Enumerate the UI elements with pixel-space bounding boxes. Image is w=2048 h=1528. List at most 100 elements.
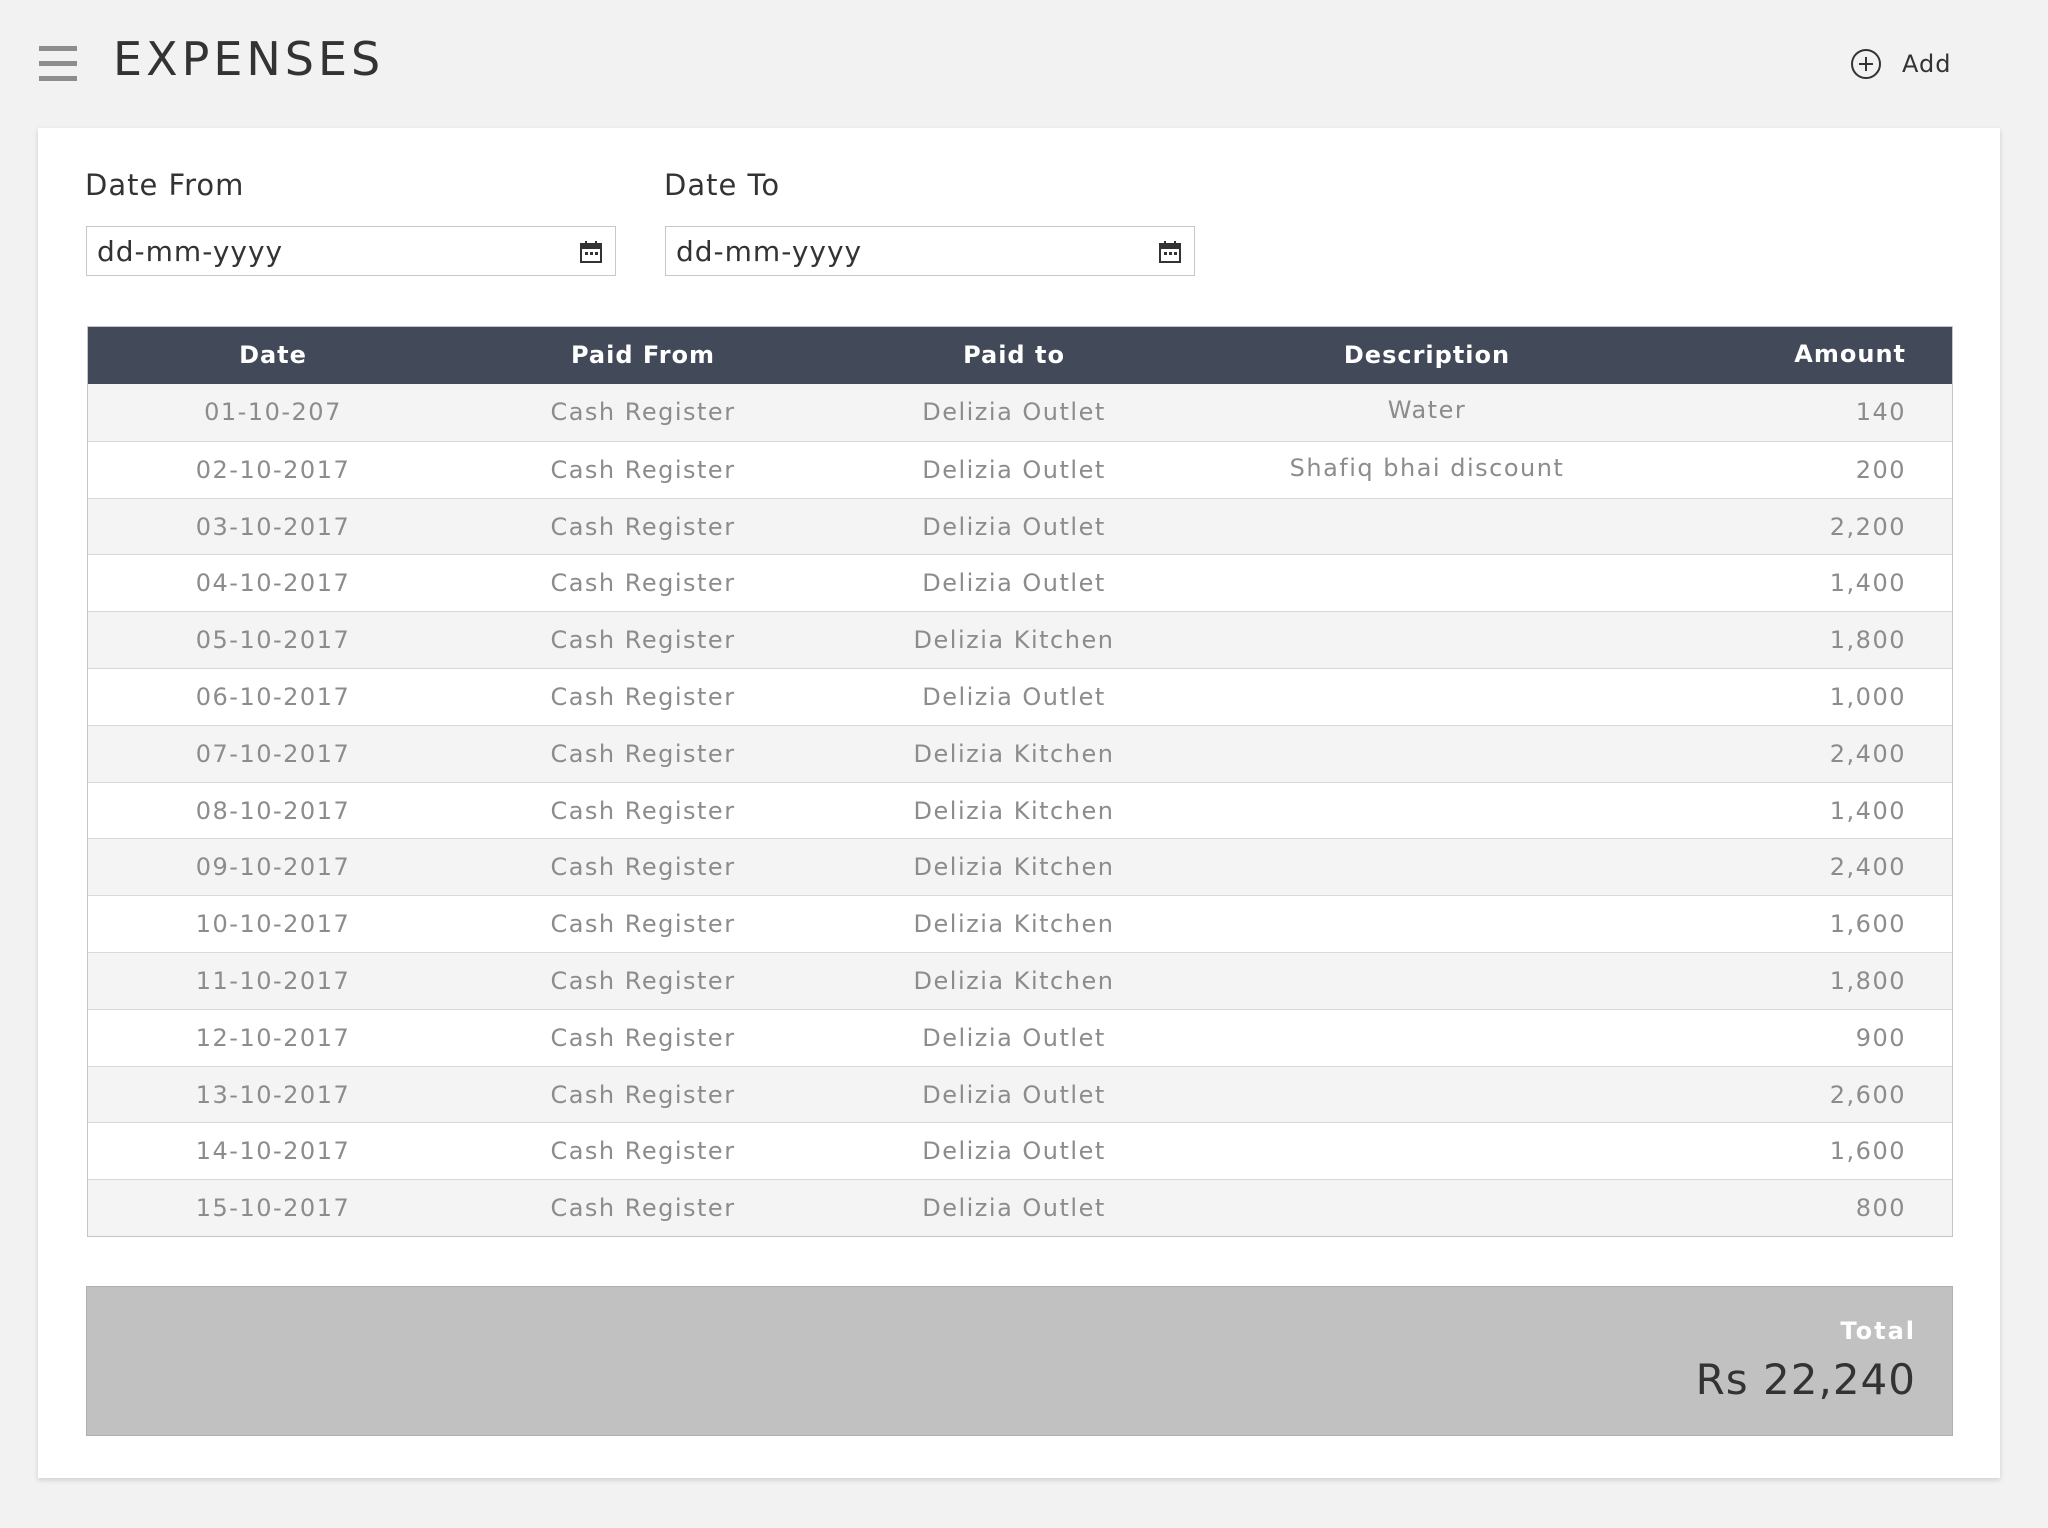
calendar-icon[interactable] [1158,240,1182,264]
total-summary: Total Rs 22,240 [86,1286,1953,1436]
page-title: EXPENSES [113,32,385,86]
cell-paid-to: Delizia Outlet [922,1137,1106,1166]
cell-date: 01-10-207 [204,398,342,426]
cell-description [1200,953,1654,1009]
cell-date: 09-10-2017 [195,853,351,882]
plus-circle-icon [1851,49,1881,79]
cell-amount: 1,600 [1829,1137,1906,1166]
cell-paid-to: Delizia Kitchen [913,910,1115,939]
cell-description [1200,1123,1654,1179]
column-header-amount[interactable]: Amount [1654,327,1952,384]
cell-amount: 2,400 [1829,853,1906,882]
cell-description [1200,1067,1654,1123]
cell-paid-from: Cash Register [550,853,736,882]
cell-date: 11-10-2017 [195,966,351,995]
cell-amount: 2,600 [1829,1080,1906,1109]
table-row[interactable]: 09-10-2017 Cash Register Delizia Kitchen 2,… [88,838,1952,896]
column-header-date[interactable]: Date [88,327,458,384]
date-from-value: dd-mm-yyyy [97,235,284,268]
cell-paid-to: Delizia Kitchen [913,739,1115,768]
cell-paid-to: Delizia Outlet [922,455,1106,484]
table-row[interactable]: 10-10-2017 Cash Register Delizia Kitchen 1,… [88,895,1952,952]
cell-amount: 1,600 [1829,910,1906,939]
cell-description: Shafiq bhai discount [1289,453,1565,482]
cell-paid-to: Delizia Outlet [922,1194,1106,1223]
cell-paid-to: Delizia Outlet [922,682,1106,711]
cell-paid-from: Cash Register [550,569,736,598]
table-row[interactable]: 05-10-2017 Cash Register Delizia Kitchen 1,… [88,611,1952,668]
cell-date: 15-10-2017 [195,1194,351,1223]
cell-paid-from: Cash Register [550,398,736,426]
cell-date: 14-10-2017 [195,1137,351,1166]
table-row[interactable]: 06-10-2017 Cash Register Delizia Outlet 1,0… [88,667,1952,725]
cell-date: 10-10-2017 [195,910,351,939]
date-to-input[interactable]: dd-mm-yyyy [665,226,1195,276]
table-body: 01-10-207 Cash Register Delizia Outlet Wate… [88,384,1952,1236]
cell-amount: 1,400 [1829,569,1906,598]
cell-paid-to: Delizia Outlet [922,1023,1106,1052]
column-header-paid-from[interactable]: Paid From [458,327,828,384]
cell-date: 12-10-2017 [195,1023,351,1052]
cell-date: 02-10-2017 [195,455,351,484]
table-row[interactable]: 03-10-2017 Cash Register Delizia Outlet 2,2… [88,497,1952,555]
cell-amount: 1,800 [1829,966,1906,995]
cell-paid-to: Delizia Kitchen [913,796,1115,825]
cell-paid-to: Delizia Kitchen [913,626,1115,655]
cell-paid-from: Cash Register [550,1137,736,1166]
column-header-description[interactable]: Description [1200,327,1654,384]
date-to-label: Date To [664,168,781,202]
date-from-input[interactable]: dd-mm-yyyy [86,226,616,276]
cell-amount: 1,800 [1829,626,1906,655]
cell-description [1200,499,1654,555]
table-row[interactable]: 04-10-2017 Cash Register Delizia Outlet 1,4… [88,554,1952,612]
cell-date: 05-10-2017 [195,626,351,655]
cell-date: 03-10-2017 [195,512,351,541]
add-button-label: Add [1902,50,1952,78]
cell-description [1200,726,1654,782]
table-header: Date Paid From Paid to Description Amoun… [88,327,1952,384]
cell-amount: 2,400 [1829,739,1906,768]
table-row[interactable]: 14-10-2017 Cash Register Delizia Outlet 1,6… [88,1122,1952,1180]
table-row[interactable]: 11-10-2017 Cash Register Delizia Kitchen 1,… [88,951,1952,1009]
table-row[interactable]: 01-10-207 Cash Register Delizia Outlet Wate… [88,384,1952,441]
cell-description [1200,896,1654,952]
cell-date: 06-10-2017 [195,682,351,711]
cell-description [1200,669,1654,725]
cell-paid-from: Cash Register [550,1023,736,1052]
table-row[interactable]: 13-10-2017 Cash Register Delizia Outlet 2,6… [88,1065,1952,1123]
expenses-table: Date Paid From Paid to Description Amoun… [87,326,1953,1237]
cell-paid-to: Delizia Outlet [922,512,1106,541]
cell-paid-to: Delizia Kitchen [913,966,1115,995]
cell-paid-from: Cash Register [550,910,736,939]
hamburger-menu-icon[interactable] [39,45,77,83]
column-header-paid-to[interactable]: Paid to [828,327,1200,384]
date-from-label: Date From [85,168,245,202]
cell-date: 04-10-2017 [195,569,351,598]
cell-paid-to: Delizia Outlet [922,398,1106,426]
cell-amount: 2,200 [1829,512,1906,541]
cell-description [1200,839,1654,895]
add-button[interactable]: Add [1850,46,1951,82]
table-row[interactable]: 02-10-2017 Cash Register Delizia Outlet Sha… [88,440,1952,498]
cell-paid-from: Cash Register [550,512,736,541]
cell-amount: 200 [1855,455,1906,484]
cell-date: 07-10-2017 [195,739,351,768]
table-row[interactable]: 12-10-2017 Cash Register Delizia Outlet 900 [88,1008,1952,1066]
calendar-icon[interactable] [579,240,603,264]
cell-amount: 1,000 [1829,682,1906,711]
cell-paid-from: Cash Register [550,1194,736,1223]
cell-paid-to: Delizia Outlet [922,1080,1106,1109]
cell-date: 13-10-2017 [195,1080,351,1109]
cell-amount: 800 [1855,1194,1906,1223]
cell-description [1200,1180,1654,1236]
cell-paid-to: Delizia Outlet [922,569,1106,598]
cell-paid-from: Cash Register [550,682,736,711]
table-row[interactable]: 07-10-2017 Cash Register Delizia Kitchen 2,… [88,724,1952,782]
table-row[interactable]: 15-10-2017 Cash Register Delizia Outlet 800 [88,1179,1952,1236]
cell-paid-from: Cash Register [550,796,736,825]
cell-description [1200,612,1654,668]
cell-amount: 140 [1855,398,1906,426]
table-row[interactable]: 08-10-2017 Cash Register Delizia Kitchen 1,… [88,781,1952,839]
total-value: Rs 22,240 [1695,1355,1916,1404]
cell-description: Water [1387,396,1467,424]
